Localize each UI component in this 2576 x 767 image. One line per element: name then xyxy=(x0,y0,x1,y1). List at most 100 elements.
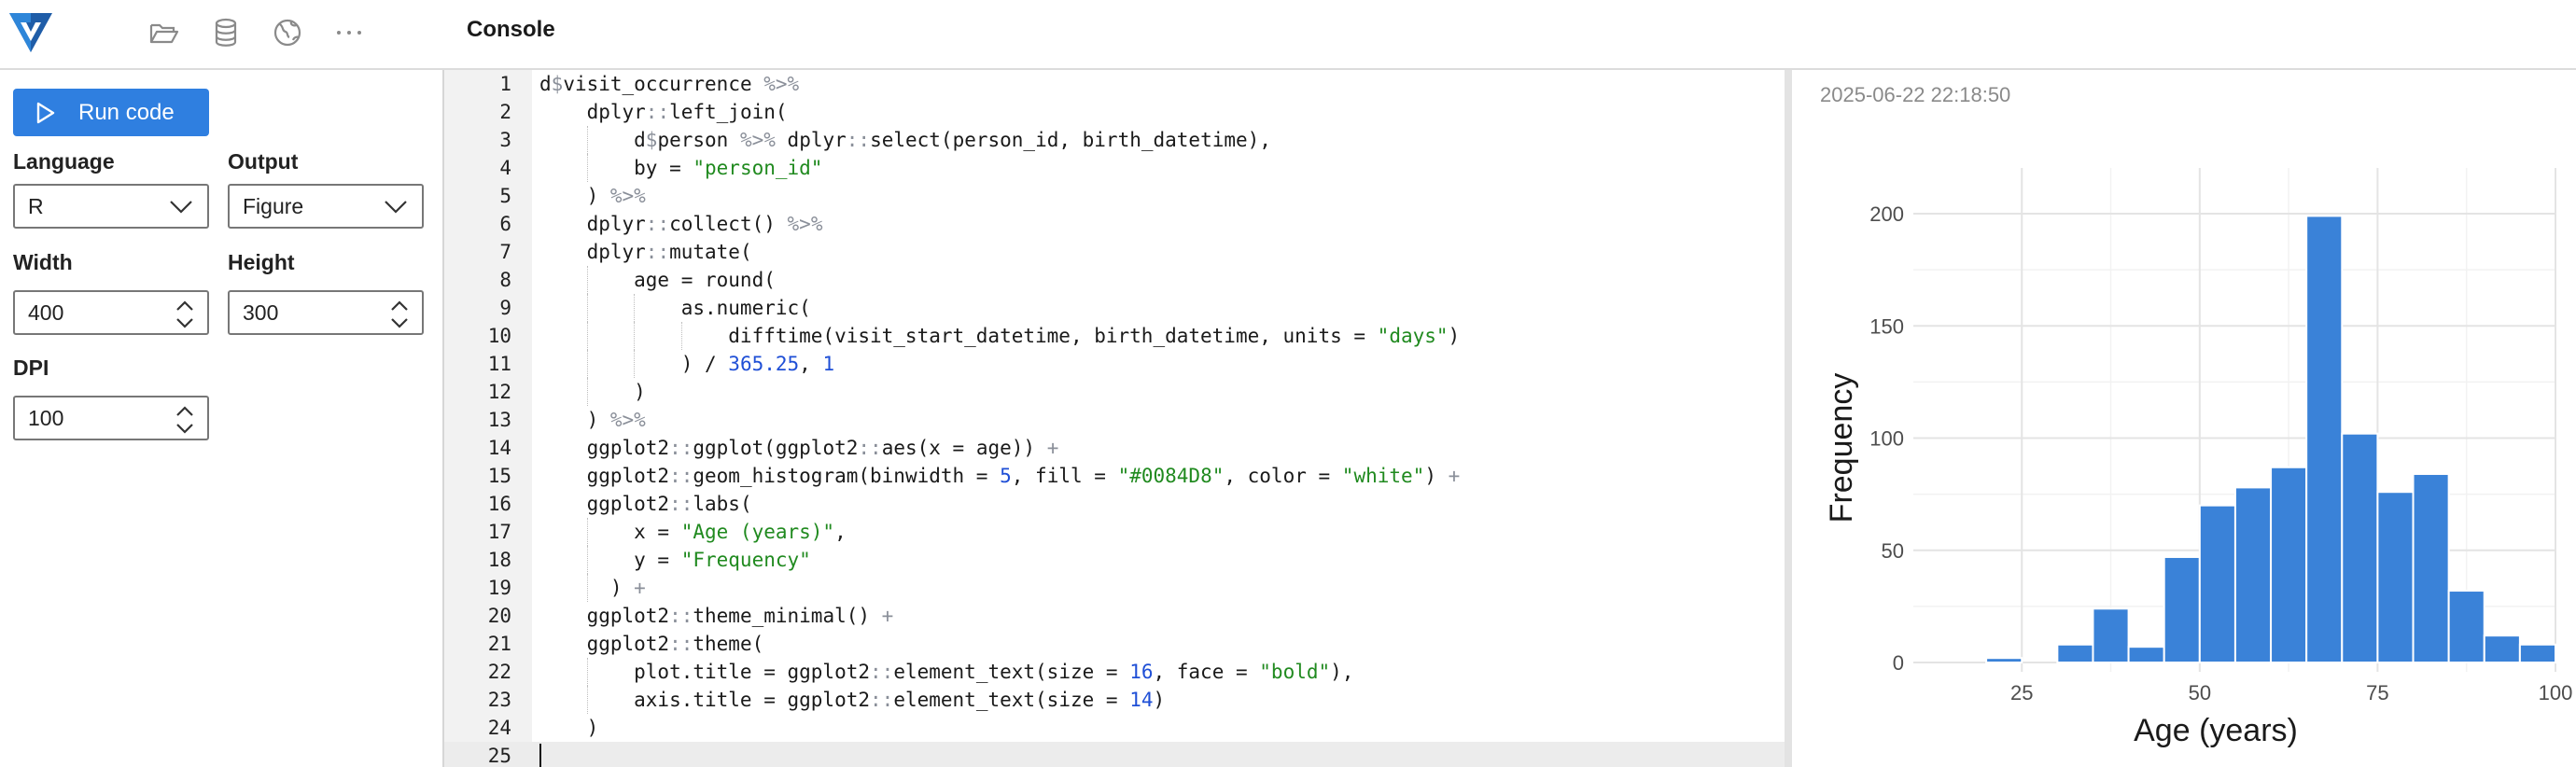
code-line[interactable]: 13 ) %>% xyxy=(444,406,1785,434)
indent-guide xyxy=(586,686,588,714)
code-line[interactable]: 4 by = "person_id" xyxy=(444,154,1785,182)
code-line[interactable]: 21 ggplot2::theme( xyxy=(444,630,1785,658)
code-line[interactable]: 6 dplyr::collect() %>% xyxy=(444,210,1785,238)
line-number: 12 xyxy=(487,381,511,403)
code-line[interactable]: 2 dplyr::left_join( xyxy=(444,98,1785,126)
code-text: ) / 365.25, 1 xyxy=(539,353,835,375)
code-editor[interactable]: 1 d$visit_occurrence %>% 2 dplyr::left_joi… xyxy=(444,70,1785,767)
language-value: R xyxy=(28,193,44,218)
code-line[interactable]: 18 y = "Frequency" xyxy=(444,546,1785,574)
dpi-input[interactable]: 100 xyxy=(13,396,209,440)
code-text: ggplot2::labs( xyxy=(539,493,752,515)
pane-resize-handle[interactable] xyxy=(1785,70,1792,767)
line-number: 13 xyxy=(487,409,511,431)
width-value: 400 xyxy=(28,300,64,325)
histogram-bar xyxy=(2127,646,2165,663)
indent-guide xyxy=(586,518,588,546)
line-number: 10 xyxy=(487,325,511,347)
y-axis-title: Frequency xyxy=(1824,373,1859,523)
run-code-button[interactable]: Run code xyxy=(13,89,209,136)
code-text: x = "Age (years)", xyxy=(539,521,847,543)
x-tick-label: 50 xyxy=(2189,681,2211,704)
top-bar: Console xyxy=(0,0,2576,70)
more-options-icon[interactable] xyxy=(332,16,366,49)
code-line[interactable]: 24 ) xyxy=(444,714,1785,742)
code-text: plot.title = ggplot2::element_text(size … xyxy=(539,661,1354,683)
page-title: Console xyxy=(467,17,555,42)
chevron-down-icon xyxy=(170,201,192,214)
line-number: 8 xyxy=(499,269,511,291)
histogram-bar xyxy=(2447,590,2485,664)
code-line[interactable]: 10 difftime(visit_start_datetime, birth_… xyxy=(444,322,1785,350)
histogram-bar xyxy=(2056,643,2094,664)
code-line[interactable]: 17 x = "Age (years)", xyxy=(444,518,1785,546)
code-text: difftime(visit_start_datetime, birth_dat… xyxy=(539,325,1461,347)
width-input[interactable]: 400 xyxy=(13,290,209,335)
globe-icon[interactable] xyxy=(271,16,304,49)
histogram-bar xyxy=(2305,215,2344,663)
code-text: ggplot2::theme_minimal() + xyxy=(539,605,894,627)
line-number: 25 xyxy=(487,745,511,767)
indent-guide xyxy=(586,350,588,378)
code-line[interactable]: 12 ) xyxy=(444,378,1785,406)
code-text: dplyr::mutate( xyxy=(539,241,752,263)
code-text: y = "Frequency" xyxy=(539,549,811,571)
code-line[interactable]: 15 ggplot2::geom_histogram(binwidth = 5,… xyxy=(444,462,1785,490)
language-select[interactable]: R xyxy=(13,184,209,229)
code-line[interactable]: 19 ) + xyxy=(444,574,1785,602)
code-line[interactable]: 9 as.numeric( xyxy=(444,294,1785,322)
code-line[interactable]: 3 d$person %>% dplyr::select(person_id, … xyxy=(444,126,1785,154)
code-line[interactable]: 11 ) / 365.25, 1 xyxy=(444,350,1785,378)
histogram-bar xyxy=(2483,635,2521,664)
y-tick-label: 50 xyxy=(1882,539,1904,563)
y-tick-label: 200 xyxy=(1869,202,1904,226)
code-text: axis.title = ggplot2::element_text(size … xyxy=(539,689,1166,711)
line-number: 4 xyxy=(499,157,511,179)
output-timestamp: 2025-06-22 22:18:50 xyxy=(1820,83,2011,106)
histogram-bar xyxy=(2233,486,2273,663)
indent-guide xyxy=(586,126,588,154)
database-icon[interactable] xyxy=(209,16,243,49)
code-text: d$person %>% dplyr::select(person_id, bi… xyxy=(539,129,1271,151)
line-number: 2 xyxy=(499,101,511,123)
histogram-bar xyxy=(2341,432,2379,663)
code-line[interactable]: 25 xyxy=(444,742,1785,767)
indent-guide xyxy=(586,546,588,574)
code-line[interactable]: 14 ggplot2::ggplot(ggplot2::aes(x = age)… xyxy=(444,434,1785,462)
code-line[interactable]: 20 ggplot2::theme_minimal() + xyxy=(444,602,1785,630)
line-number: 5 xyxy=(499,185,511,207)
output-select[interactable]: Figure xyxy=(228,184,424,229)
x-tick-label: 75 xyxy=(2366,681,2388,704)
code-line[interactable]: 8 age = round( xyxy=(444,266,1785,294)
indent-guide xyxy=(586,574,588,602)
indent-guide xyxy=(586,322,588,350)
line-number: 24 xyxy=(487,717,511,739)
code-text: as.numeric( xyxy=(539,297,811,319)
line-number: 6 xyxy=(499,213,511,235)
chevron-down-icon xyxy=(385,201,407,214)
code-line[interactable]: 16 ggplot2::labs( xyxy=(444,490,1785,518)
indent-guide xyxy=(586,294,588,322)
stepper-arrows-icon[interactable] xyxy=(174,401,196,439)
code-line[interactable]: 22 plot.title = ggplot2::element_text(si… xyxy=(444,658,1785,686)
x-tick-label: 25 xyxy=(2010,681,2033,704)
x-axis-title: Age (years) xyxy=(2134,713,2298,748)
code-line[interactable]: 5 ) %>% xyxy=(444,182,1785,210)
stepper-arrows-icon[interactable] xyxy=(174,296,196,333)
output-label: Output xyxy=(228,149,299,174)
stepper-arrows-icon[interactable] xyxy=(388,296,411,333)
app-logo-icon xyxy=(9,13,52,52)
code-line[interactable]: 23 axis.title = ggplot2::element_text(si… xyxy=(444,686,1785,714)
dpi-value: 100 xyxy=(28,405,64,430)
line-number: 18 xyxy=(487,549,511,571)
code-text: dplyr::left_join( xyxy=(539,101,788,123)
height-input[interactable]: 300 xyxy=(228,290,424,335)
code-line[interactable]: 7 dplyr::mutate( xyxy=(444,238,1785,266)
line-number: 1 xyxy=(499,73,511,95)
code-line[interactable]: 1 d$visit_occurrence %>% xyxy=(444,70,1785,98)
histogram-bar xyxy=(2163,555,2201,663)
code-text: ) xyxy=(539,717,599,739)
folder-open-icon[interactable] xyxy=(147,16,181,49)
height-value: 300 xyxy=(243,300,279,325)
line-number: 22 xyxy=(487,661,511,683)
